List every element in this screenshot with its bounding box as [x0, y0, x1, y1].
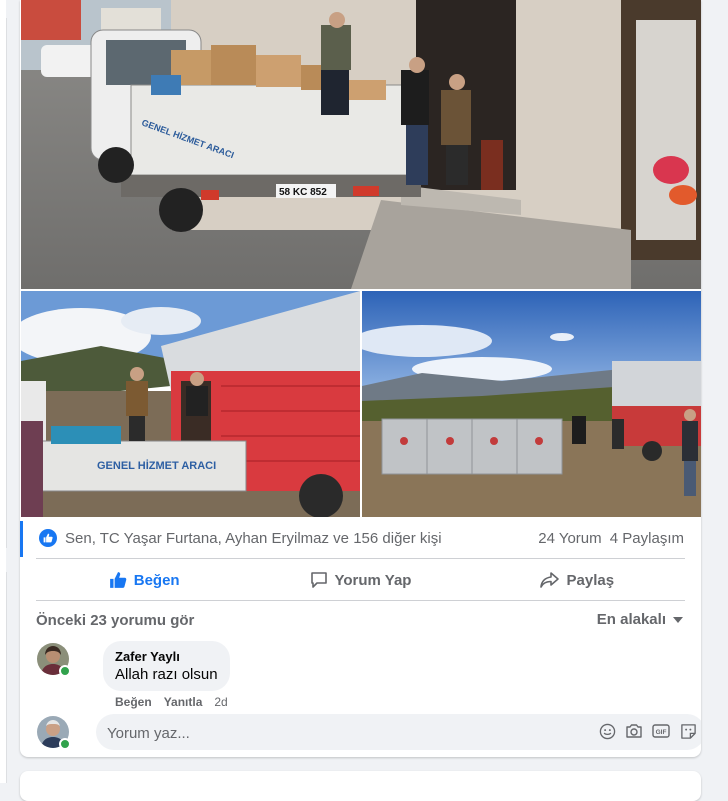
- next-post-card: [20, 771, 701, 801]
- online-indicator: [59, 738, 71, 750]
- sticker-icon[interactable]: [679, 722, 697, 740]
- comment-composer: GIF: [96, 714, 701, 752]
- comment-text: Allah razı olsun: [115, 666, 218, 683]
- sort-label: En alakalı: [596, 611, 666, 628]
- divider: [36, 558, 685, 559]
- like-icon: [109, 572, 127, 588]
- comment-label: Yorum Yap: [334, 571, 412, 589]
- comment-input[interactable]: [96, 714, 579, 752]
- comment-bubble: Zafer Yaylı Allah razı olsun: [103, 641, 230, 691]
- comment-timestamp[interactable]: 2d: [214, 695, 227, 709]
- share-count[interactable]: 4 Paylaşım: [610, 530, 684, 547]
- reactions-text[interactable]: Sen, TC Yaşar Furtana, Ayhan Eryilmaz ve…: [65, 530, 442, 547]
- engagement-counts: 24 Yorum 4 Paylaşım: [534, 530, 684, 547]
- divider: [36, 600, 685, 601]
- photo-truck-unloading[interactable]: 58 KC 852 GENEL HİZMET ARACI: [21, 0, 701, 289]
- comment-icon: [310, 572, 327, 588]
- gif-icon[interactable]: GIF: [652, 722, 670, 740]
- comment-reply-link[interactable]: Yanıtla: [164, 695, 203, 709]
- photo-red-truck[interactable]: GENEL HİZMET ARACI: [21, 291, 360, 517]
- like-reaction-icon[interactable]: [39, 529, 57, 547]
- post-actions: Beğen Yorum Yap Paylaş: [36, 562, 685, 598]
- online-indicator: [59, 665, 71, 677]
- comment-like-link[interactable]: Beğen: [115, 695, 152, 709]
- composer-tools: GIF: [598, 722, 697, 740]
- share-icon: [539, 572, 559, 588]
- share-button[interactable]: Paylaş: [469, 562, 685, 598]
- view-previous-comments[interactable]: Önceki 23 yorumu gör: [36, 612, 194, 629]
- svg-text:58 KC 852: 58 KC 852: [279, 187, 327, 198]
- share-label: Paylaş: [566, 571, 615, 589]
- comment-sort-dropdown[interactable]: En alakalı: [597, 611, 684, 628]
- comment-author[interactable]: Zafer Yaylı: [115, 649, 218, 664]
- comment-count[interactable]: 24 Yorum: [538, 530, 601, 547]
- reactions-summary: Sen, TC Yaşar Furtana, Ayhan Eryilmaz ve…: [20, 521, 701, 557]
- left-column-edge: [0, 0, 7, 783]
- comment-button[interactable]: Yorum Yap: [252, 562, 468, 598]
- svg-text:GIF: GIF: [656, 729, 667, 736]
- like-button[interactable]: Beğen: [36, 562, 252, 598]
- like-label: Beğen: [133, 571, 180, 589]
- post-card: 58 KC 852 GENEL HİZMET ARACI GENEL HİZME…: [20, 0, 701, 757]
- chevron-down-icon: [673, 616, 683, 623]
- emoji-icon[interactable]: [598, 722, 616, 740]
- photo-containers-field[interactable]: [362, 291, 701, 517]
- comment-actions: Beğen Yanıtla 2d: [115, 695, 228, 709]
- camera-icon[interactable]: [625, 722, 643, 740]
- svg-text:GENEL HİZMET ARACI: GENEL HİZMET ARACI: [97, 459, 216, 472]
